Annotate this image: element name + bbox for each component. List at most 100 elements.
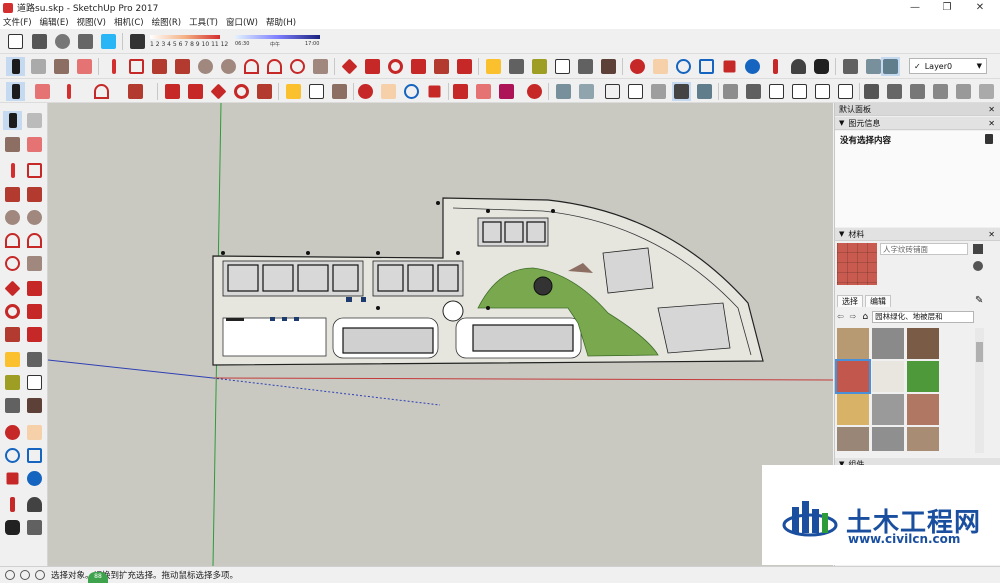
layer-dropdown[interactable]: ✓ Layer0 ▼ xyxy=(909,58,987,74)
eraser-button-2[interactable] xyxy=(33,82,52,101)
shaded-textures-button[interactable] xyxy=(672,82,691,101)
lock-icon[interactable] xyxy=(985,134,993,144)
left-text-button[interactable] xyxy=(25,373,44,392)
paint-bucket-button-2[interactable] xyxy=(330,82,349,101)
rotate-button[interactable] xyxy=(386,57,405,76)
section-cuts-button[interactable] xyxy=(881,57,900,76)
select-tool-button[interactable] xyxy=(6,57,25,76)
left-rotate-button[interactable] xyxy=(3,302,22,321)
material-swatch[interactable] xyxy=(872,427,904,451)
style-button-4[interactable] xyxy=(931,82,950,101)
polygon-button[interactable] xyxy=(219,57,238,76)
paint-bucket-button[interactable] xyxy=(52,57,71,76)
material-swatch-selected[interactable] xyxy=(835,359,871,394)
pan-button[interactable] xyxy=(651,57,670,76)
share-button[interactable] xyxy=(76,32,95,51)
time-slider[interactable] xyxy=(235,35,320,39)
entity-info-header[interactable]: ▼ 图元信息 ✕ xyxy=(835,117,1000,130)
minimize-button[interactable]: — xyxy=(900,0,930,15)
material-swatch[interactable] xyxy=(872,394,904,425)
menu-window[interactable]: 窗口(W) xyxy=(226,16,258,28)
right-view-button[interactable] xyxy=(790,82,809,101)
left-eraser-button[interactable] xyxy=(25,135,44,154)
left-arc-button[interactable] xyxy=(3,231,22,250)
left-move-button[interactable] xyxy=(3,279,22,298)
rotated-rectangle-button[interactable] xyxy=(173,57,192,76)
line-button[interactable] xyxy=(104,57,123,76)
position-camera-button[interactable] xyxy=(766,57,785,76)
extension-button[interactable] xyxy=(99,32,118,51)
component-button[interactable] xyxy=(29,57,48,76)
left-component-button[interactable] xyxy=(25,111,44,130)
iso-view-button[interactable] xyxy=(721,82,740,101)
orbit-button[interactable] xyxy=(628,57,647,76)
shadow-toggle-button[interactable] xyxy=(128,32,147,51)
zoom-button-2[interactable] xyxy=(402,82,421,101)
materials-header[interactable]: ▼ 材料 ✕ xyxy=(835,228,1000,241)
left-freehand-button[interactable] xyxy=(25,161,44,180)
tape-measure-button[interactable] xyxy=(484,57,503,76)
back-view-button[interactable] xyxy=(813,82,832,101)
material-category-dropdown[interactable]: 园林绿化、地被层和 xyxy=(872,310,975,323)
left-followme-button[interactable] xyxy=(25,302,44,321)
left-section-button[interactable] xyxy=(25,518,44,537)
zoom-extents-button[interactable] xyxy=(720,57,739,76)
arc-2pt-button[interactable] xyxy=(265,57,284,76)
left-pie-button[interactable] xyxy=(25,254,44,273)
tape-measure-button-2[interactable] xyxy=(284,82,303,101)
rotate-button-2[interactable] xyxy=(232,82,251,101)
scale-button-2[interactable] xyxy=(255,82,274,101)
axes-button[interactable] xyxy=(576,57,595,76)
date-slider[interactable] xyxy=(150,35,220,39)
style-button-2[interactable] xyxy=(885,82,904,101)
zoom-window-button[interactable] xyxy=(697,57,716,76)
ruby-button[interactable] xyxy=(525,82,544,101)
back-arrow-icon[interactable]: ⇦ xyxy=(837,312,844,321)
line-button-2[interactable] xyxy=(59,82,78,101)
left-3dtext-button[interactable] xyxy=(25,396,44,415)
left-camera-button[interactable] xyxy=(3,495,22,514)
materials-close-icon[interactable]: ✕ xyxy=(988,230,995,239)
left-lookaround-button[interactable] xyxy=(25,495,44,514)
menu-edit[interactable]: 编辑(E) xyxy=(40,16,69,28)
pan-button-2[interactable] xyxy=(379,82,398,101)
left-rotated-rect-button[interactable] xyxy=(25,185,44,204)
email-button[interactable] xyxy=(30,32,49,51)
swatch-scrollbar[interactable] xyxy=(975,328,984,453)
material-swatch[interactable] xyxy=(872,361,904,392)
top-view-button[interactable] xyxy=(744,82,763,101)
menu-help[interactable]: 帮助(H) xyxy=(266,16,296,28)
circle-button[interactable] xyxy=(196,57,215,76)
shadow-settings[interactable]: 1 2 3 4 5 6 7 8 9 10 11 12 06:30 中午 17:0… xyxy=(150,32,320,52)
help-icon[interactable] xyxy=(35,570,45,580)
move-button[interactable] xyxy=(340,57,359,76)
shaded-button[interactable] xyxy=(649,82,668,101)
model-info-button[interactable] xyxy=(6,32,25,51)
monochrome-button[interactable] xyxy=(695,82,714,101)
eyedropper-icon[interactable]: ✎ xyxy=(975,295,983,306)
left-polygon-button[interactable] xyxy=(25,208,44,227)
offset-button-2[interactable] xyxy=(186,82,205,101)
left-scale-button[interactable] xyxy=(3,325,22,344)
left-pushpull-button[interactable] xyxy=(25,279,44,298)
select-tool-button-2[interactable] xyxy=(6,82,25,101)
left-view-button[interactable] xyxy=(836,82,855,101)
freehand-button[interactable] xyxy=(127,57,146,76)
components-warehouse-button[interactable] xyxy=(474,82,493,101)
credits-icon[interactable] xyxy=(20,570,30,580)
section-plane-button[interactable] xyxy=(841,57,860,76)
forward-arrow-icon[interactable]: ⇨ xyxy=(850,312,857,321)
wireframe-button[interactable] xyxy=(603,82,622,101)
zoom-button[interactable] xyxy=(674,57,693,76)
menu-view[interactable]: 视图(V) xyxy=(77,16,106,28)
tray-close-icon[interactable]: ✕ xyxy=(988,105,995,114)
dimension-button[interactable] xyxy=(507,57,526,76)
left-line-button[interactable] xyxy=(3,161,22,180)
left-pan-button[interactable] xyxy=(25,423,44,442)
left-protractor-button[interactable] xyxy=(3,373,22,392)
left-circle-button[interactable] xyxy=(3,208,22,227)
style-button-5[interactable] xyxy=(954,82,973,101)
material-paint-icon[interactable] xyxy=(973,261,983,271)
look-around-button[interactable] xyxy=(789,57,808,76)
scrollbar-thumb[interactable] xyxy=(976,342,983,362)
